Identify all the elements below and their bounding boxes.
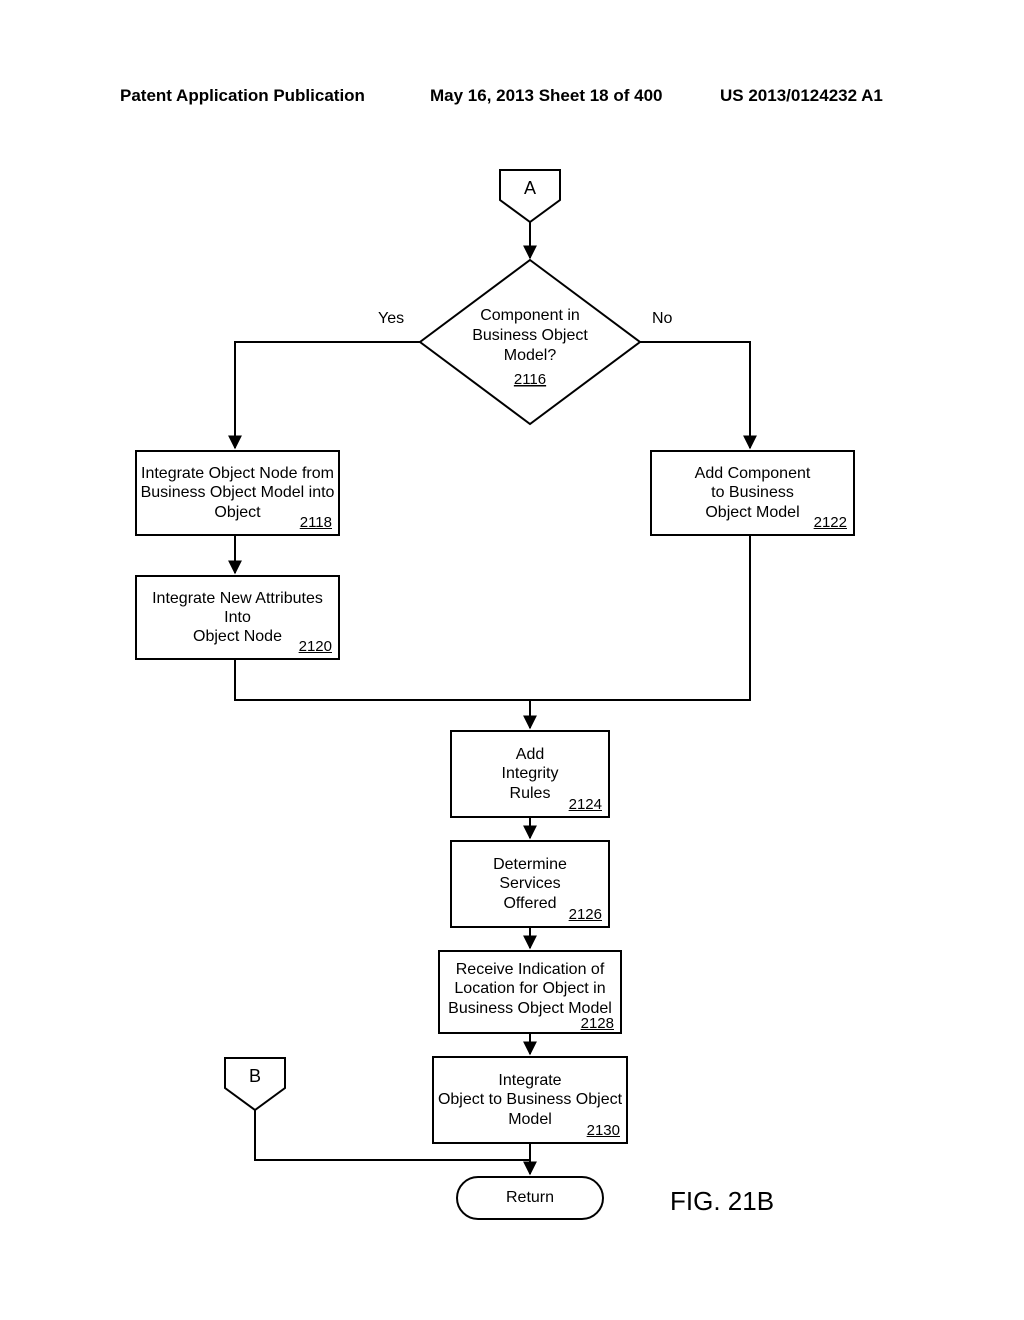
box-2124: Add Integrity Rules 2124 [450,730,610,818]
box-2130-ref: 2130 [587,1122,620,1140]
box-2118-ref: 2118 [300,514,332,532]
connector-a-label: A [524,178,536,198]
edge-2116-2122 [640,342,750,448]
box-2130: Integrate Object to Business Object Mode… [432,1056,628,1144]
box-2126-l1: Determine [493,855,567,874]
box-2124-l3: Rules [510,784,551,803]
box-2118: Integrate Object Node from Business Obje… [135,450,340,536]
box-2128-l1: Receive Indication of [456,960,605,979]
box-2120-ref: 2120 [299,638,332,656]
box-2118-l1: Integrate Object Node from [141,464,334,483]
box-2128-l2: Location for Object in [454,979,605,998]
box-2130-l1: Integrate [498,1071,561,1090]
svg-text:2116: 2116 [514,371,546,388]
box-2122-l1: Add Component [695,464,811,483]
box-2124-ref: 2124 [569,796,602,814]
svg-text:Model?: Model? [504,347,557,364]
label-yes: Yes [378,310,404,328]
svg-text:Component in: Component in [480,307,580,324]
return-label: Return [506,1188,554,1207]
header-mid: May 16, 2013 Sheet 18 of 400 [430,86,662,106]
connector-b: B [225,1058,285,1110]
edge-2120-2124 [235,660,530,728]
box-2120: Integrate New Attributes Into Object Nod… [135,575,340,660]
box-2118-l3: Object [214,503,260,522]
box-2122-l3: Object Model [705,503,799,522]
box-2130-l3: Model [508,1110,552,1129]
box-2126-l3: Offered [503,894,556,913]
box-2122: Add Component to Business Object Model 2… [650,450,855,536]
box-2128-ref: 2128 [581,1015,614,1033]
box-2124-l2: Integrity [502,764,559,783]
label-no: No [652,310,672,328]
page: Patent Application Publication May 16, 2… [0,0,1024,1320]
box-2128: Receive Indication of Location for Objec… [438,950,622,1034]
box-2126-l2: Services [499,874,560,893]
box-2126: Determine Services Offered 2126 [450,840,610,928]
header-left: Patent Application Publication [120,86,365,106]
figure-label: FIG. 21B [670,1186,774,1217]
terminator-return: Return [456,1176,604,1220]
box-2126-ref: 2126 [569,906,602,924]
edge-2116-2118 [235,342,420,448]
connector-a: A [500,170,560,222]
box-2122-l2: to Business [711,483,794,502]
box-2120-l1: Integrate New Attributes Into [137,589,338,627]
box-2130-l2: Object to Business Object [438,1090,622,1109]
box-2120-l2: Object Node [193,627,282,646]
svg-text:Business Object: Business Object [472,327,588,344]
edge-2122-merge [530,536,750,700]
header-right: US 2013/0124232 A1 [720,86,883,106]
decision-2116: Component in Business Object Model? 2116 [420,260,640,424]
box-2122-ref: 2122 [814,514,847,532]
connector-b-label: B [249,1066,261,1086]
box-2118-l2: Business Object Model into [141,483,335,502]
box-2124-l1: Add [516,745,544,764]
